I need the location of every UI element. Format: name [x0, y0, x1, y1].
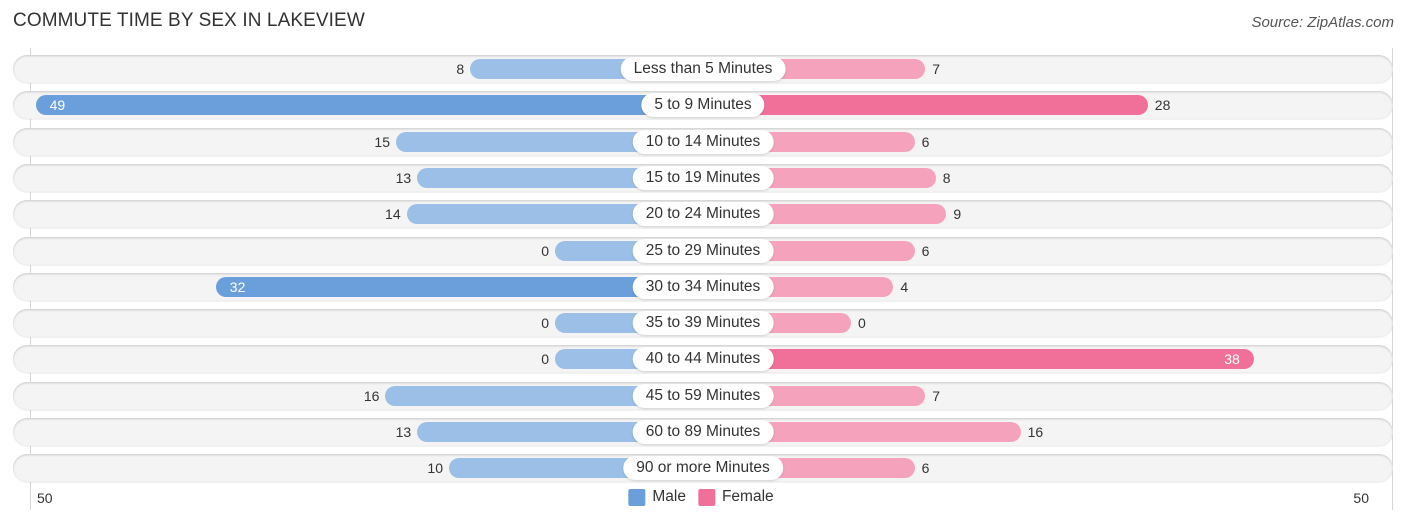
- chart-title: COMMUTE TIME BY SEX IN LAKEVIEW: [13, 10, 365, 31]
- value-label-male: 16: [363, 387, 380, 404]
- value-label-female: 8: [942, 169, 951, 186]
- value-label-female: 6: [921, 460, 930, 477]
- category-label: 5 to 9 Minutes: [641, 93, 765, 118]
- legend-label-female: Female: [721, 488, 774, 505]
- value-label-male: 13: [395, 169, 412, 186]
- value-label-male: 32: [229, 278, 246, 295]
- category-label: 30 to 34 Minutes: [632, 274, 774, 299]
- bar-female: [703, 349, 1254, 370]
- legend: Male Female: [628, 488, 777, 506]
- right-axis-line: [1392, 48, 1393, 510]
- value-label-female: 6: [921, 242, 930, 259]
- legend-swatch-male: [628, 488, 646, 506]
- value-label-female: 6: [921, 133, 930, 150]
- value-label-female: 28: [1154, 97, 1171, 114]
- axis-label-right: 50: [1353, 490, 1369, 506]
- value-label-female: 38: [1224, 351, 1240, 368]
- bar-male: [35, 95, 703, 116]
- value-label-male: 0: [541, 242, 549, 259]
- value-label-female: 4: [900, 278, 909, 295]
- category-label: 90 or more Minutes: [623, 456, 783, 481]
- category-label: 35 to 39 Minutes: [632, 311, 774, 336]
- bar-female: [703, 95, 1148, 116]
- category-label: 60 to 89 Minutes: [632, 420, 774, 444]
- value-label-male: 15: [374, 133, 390, 150]
- category-label: 40 to 44 Minutes: [632, 347, 774, 372]
- value-label-male: 13: [395, 424, 412, 440]
- axis-label-left: 50: [37, 490, 53, 506]
- category-label: 20 to 24 Minutes: [632, 202, 774, 227]
- category-label: 15 to 19 Minutes: [632, 165, 774, 190]
- value-label-male: 0: [541, 315, 549, 332]
- legend-item-male: Male: [628, 488, 686, 506]
- category-label: 10 to 14 Minutes: [632, 129, 774, 154]
- value-label-female: 7: [932, 61, 940, 77]
- value-label-female: 7: [932, 387, 940, 404]
- value-label-male: 10: [427, 460, 443, 477]
- value-label-male: 14: [385, 206, 401, 223]
- category-label: Less than 5 Minutes: [620, 57, 786, 81]
- legend-item-female: Female: [697, 488, 774, 506]
- category-label: 45 to 59 Minutes: [632, 383, 774, 408]
- legend-label-male: Male: [652, 488, 686, 505]
- category-label: 25 to 29 Minutes: [632, 238, 774, 263]
- value-label-female: 0: [858, 315, 866, 332]
- value-label-female: 9: [953, 206, 962, 223]
- value-label-male: 49: [49, 97, 66, 114]
- value-label-female: 16: [1027, 424, 1044, 440]
- source-label: Source: ZipAtlas.com: [1251, 14, 1394, 31]
- bar-male: [215, 276, 703, 297]
- value-label-male: 8: [456, 61, 465, 77]
- value-label-male: 0: [541, 351, 549, 368]
- legend-swatch-female: [697, 488, 715, 506]
